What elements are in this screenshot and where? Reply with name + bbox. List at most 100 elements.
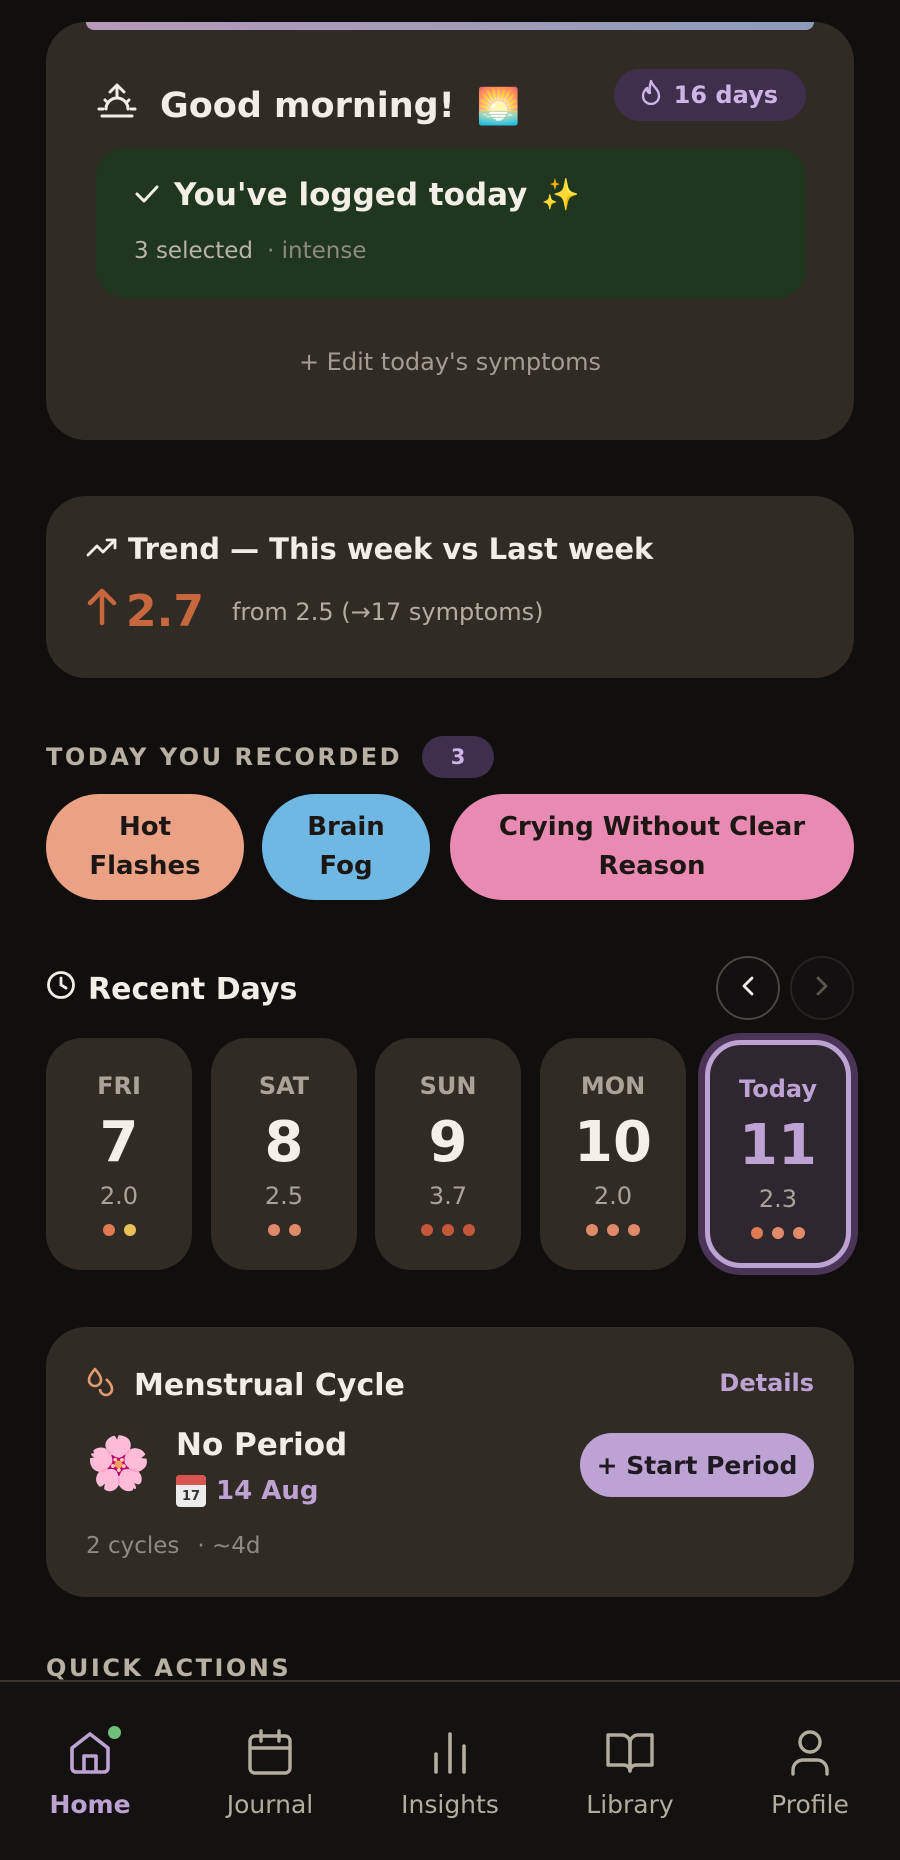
cycle-header: Menstrual Cycle: [86, 1365, 405, 1405]
day-number: 10: [574, 1110, 652, 1175]
logged-title: You've logged today: [174, 176, 528, 213]
next-days-button[interactable]: [790, 956, 854, 1020]
user-icon: [789, 1728, 831, 1780]
chevron-right-icon: [815, 975, 829, 1001]
nav-profile[interactable]: Profile: [730, 1726, 890, 1819]
logged-intensity: · intense: [267, 238, 367, 264]
cycle-average: · ~4d: [197, 1533, 261, 1559]
logged-title-row: You've logged today ✨: [134, 176, 580, 213]
calendar-emoji-icon: 17: [176, 1475, 206, 1507]
nav-label: Journal: [226, 1790, 314, 1819]
chip-label: Reason: [598, 851, 706, 881]
nav-label: Insights: [401, 1790, 499, 1819]
day-of-week: Today: [739, 1075, 817, 1103]
bottom-navigation: Home Journal Insights Library Profile: [0, 1680, 900, 1860]
trend-header: Trend — This week vs Last week: [86, 532, 653, 566]
trend-card[interactable]: Trend — This week vs Last week 2.7 from …: [46, 496, 854, 678]
nav-label: Library: [586, 1790, 674, 1819]
nav-label: Home: [49, 1790, 131, 1819]
sunrise-icon: [96, 82, 138, 131]
today-recorded-header: TODAY YOU RECORDED 3: [46, 736, 495, 778]
logged-count: 3 selected: [134, 238, 254, 264]
trend-values: 2.7 from 2.5 (→17 symptoms): [86, 586, 544, 637]
start-period-button[interactable]: + Start Period: [580, 1433, 814, 1497]
droplets-icon: [86, 1365, 116, 1405]
severity-dot: [751, 1227, 763, 1239]
recent-days-title: Recent Days: [88, 971, 298, 1007]
cycle-details-link[interactable]: Details: [719, 1369, 814, 1397]
day-score: 3.7: [428, 1182, 468, 1210]
clock-icon: [46, 970, 76, 1008]
day-score: 2.0: [593, 1182, 633, 1210]
day-number: 8: [264, 1110, 304, 1175]
symptom-chip[interactable]: Brain Fog: [262, 794, 430, 900]
day-of-week: MON: [580, 1072, 646, 1100]
severity-dot: [628, 1224, 640, 1236]
severity-dots: [540, 1224, 686, 1236]
day-of-week: SAT: [258, 1072, 310, 1100]
logged-today-panel: You've logged today ✨ 3 selected · inten…: [96, 148, 806, 298]
day-number: 7: [99, 1110, 139, 1175]
period-date: 14 Aug: [216, 1476, 319, 1506]
severity-dot: [772, 1227, 784, 1239]
logged-summary: 3 selected · intense: [134, 238, 367, 264]
day-score: 2.3: [758, 1185, 798, 1213]
chip-label: Hot: [118, 812, 172, 842]
sunrise-emoji: 🌅: [476, 86, 521, 127]
previous-days-button[interactable]: [716, 956, 780, 1020]
greeting-accent-bar: [86, 22, 814, 30]
day-card-today[interactable]: Today 11 2.3: [705, 1040, 851, 1268]
trend-from-text: from 2.5 (→17 symptoms): [231, 597, 544, 626]
severity-dot: [463, 1224, 475, 1236]
sparkles-emoji: ✨: [541, 177, 580, 213]
chip-label: Fog: [319, 851, 373, 881]
cycle-meta: 2 cycles · ~4d: [86, 1533, 261, 1559]
nav-home[interactable]: Home: [10, 1726, 170, 1819]
arrow-up-icon: [86, 586, 118, 637]
home-icon: [66, 1728, 114, 1780]
nav-insights[interactable]: Insights: [370, 1726, 530, 1819]
greeting-card: Good morning! 🌅 16 days You've logged to…: [46, 22, 854, 440]
today-recorded-label: TODAY YOU RECORDED: [46, 743, 403, 771]
severity-dot: [288, 1224, 301, 1236]
day-card-sat[interactable]: SAT 8 2.5: [211, 1038, 357, 1270]
severity-dot: [102, 1224, 115, 1236]
greeting-title: Good morning!: [160, 86, 455, 126]
trend-number: 2.7: [126, 586, 204, 637]
book-icon: [605, 1730, 655, 1778]
severity-dot: [421, 1224, 433, 1236]
recent-days-header: Recent Days: [46, 970, 297, 1008]
severity-dot: [267, 1224, 280, 1236]
chip-label: Flashes: [89, 851, 201, 881]
nav-label: Profile: [771, 1790, 849, 1819]
greeting-header: Good morning! 🌅: [96, 74, 520, 138]
day-number: 9: [428, 1110, 468, 1175]
menstrual-cycle-card: Menstrual Cycle Details 🌸 No Period 17 1…: [46, 1327, 854, 1597]
severity-dot: [123, 1224, 136, 1236]
notification-dot: [108, 1726, 121, 1739]
severity-dots: [710, 1227, 846, 1239]
day-card-sun[interactable]: SUN 9 3.7: [375, 1038, 521, 1270]
recorded-count-badge: 3: [422, 736, 495, 778]
streak-badge[interactable]: 16 days: [613, 69, 806, 121]
symptom-chip[interactable]: Hot Flashes: [46, 794, 244, 900]
symptom-chip[interactable]: Crying Without Clear Reason: [450, 794, 854, 900]
check-icon: [134, 177, 160, 213]
edit-symptoms-link[interactable]: + Edit today's symptoms: [46, 348, 854, 376]
severity-dot: [793, 1227, 805, 1239]
nav-library[interactable]: Library: [550, 1726, 710, 1819]
quick-actions-label: QUICK ACTIONS: [46, 1654, 292, 1682]
day-card-mon[interactable]: MON 10 2.0: [540, 1038, 686, 1270]
nav-journal[interactable]: Journal: [190, 1726, 350, 1819]
day-number: 11: [739, 1113, 817, 1178]
day-card-fri[interactable]: FRI 7 2.0: [46, 1038, 192, 1270]
trend-value: 2.7: [86, 586, 204, 637]
severity-dot: [607, 1224, 619, 1236]
streak-label: 16 days: [673, 81, 778, 109]
bar-chart-icon: [430, 1728, 470, 1780]
flame-icon: [640, 79, 662, 111]
period-status: No Period: [176, 1427, 348, 1463]
chevron-left-icon: [741, 975, 755, 1001]
cycle-count: 2 cycles: [86, 1533, 180, 1559]
calendar-icon: [247, 1728, 293, 1780]
